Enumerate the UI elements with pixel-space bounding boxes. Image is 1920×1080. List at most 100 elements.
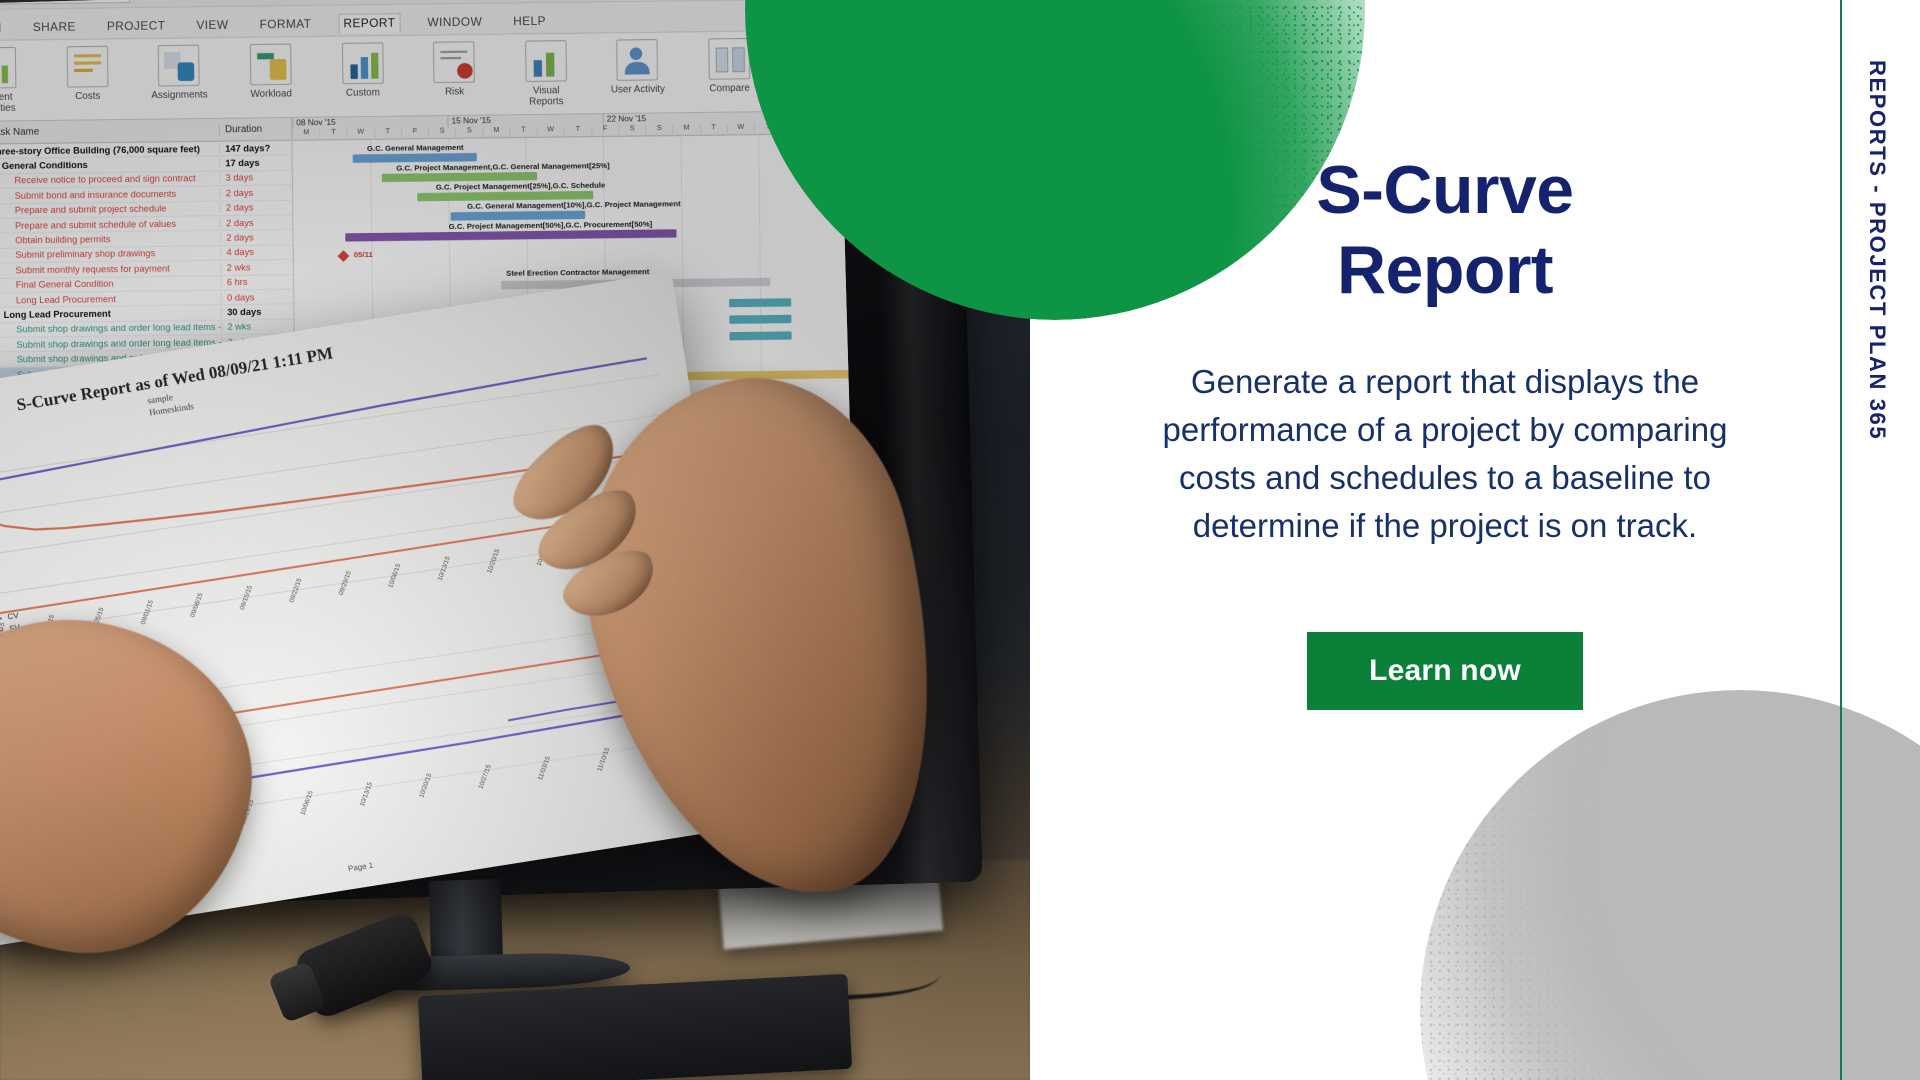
column-header-task-name: Task Name xyxy=(0,126,40,139)
assignments-icon xyxy=(158,44,201,87)
day-cell: F xyxy=(590,125,619,138)
workload-icon xyxy=(249,43,292,86)
column-header-duration: Duration xyxy=(218,123,292,136)
task-duration: 30 days xyxy=(220,306,294,318)
cta-container: Learn now xyxy=(1090,631,1800,710)
ribbon-button-risk[interactable]: Risk xyxy=(424,41,485,98)
legend-swatch xyxy=(0,616,2,623)
risk-icon xyxy=(433,41,476,84)
task-duration: 2 wks xyxy=(221,321,294,333)
day-cell: T xyxy=(699,124,727,136)
ribbon-label: Compare xyxy=(709,82,750,95)
gantt-bar[interactable] xyxy=(450,210,586,221)
gantt-bar[interactable] xyxy=(729,298,792,308)
day-cell: M xyxy=(292,129,320,141)
custom-report-icon xyxy=(341,42,384,85)
day-cell: S xyxy=(427,127,456,140)
task-name: Final General Condition xyxy=(15,278,114,291)
ribbon-tab-team[interactable]: TEAM xyxy=(0,19,6,38)
gantt-milestone-label: 05/11 xyxy=(353,249,373,260)
task-duration: 2 wks xyxy=(220,261,293,273)
ribbon-tab-help[interactable]: HELP xyxy=(509,12,550,31)
report-page-footer: Page 1 xyxy=(347,860,374,874)
ribbon-label: Assignments xyxy=(151,89,208,102)
day-cell: S xyxy=(645,124,673,137)
ribbon-button-current-activities[interactable]: Current Activities xyxy=(0,46,27,115)
task-name: Submit bond and insurance documents xyxy=(14,188,177,201)
day-cell: T xyxy=(373,128,401,140)
task-name: Long Lead Procurement xyxy=(3,308,111,321)
description-text: Generate a report that displays the perf… xyxy=(1162,363,1728,544)
task-name: Long Lead Procurement xyxy=(15,293,116,306)
timeline-week-label: 15 Nov '15 xyxy=(447,115,491,128)
headline-line-1: S-Curve xyxy=(1316,152,1574,228)
task-duration: 0 days xyxy=(220,291,294,303)
ribbon-label: Workload xyxy=(250,87,292,100)
legend-label: CV xyxy=(6,610,20,622)
ribbon-label: Current Activities xyxy=(0,91,16,115)
task-name: Submit monthly requests for payment xyxy=(15,263,170,276)
task-name: Three-story Office Building (76,000 squa… xyxy=(0,143,200,157)
task-duration: 2 days xyxy=(220,231,293,244)
ribbon-tab-view[interactable]: VIEW xyxy=(192,16,233,35)
day-cell: T xyxy=(319,128,347,141)
day-cell: W xyxy=(536,126,564,138)
content-panel: S-Curve Report Generate a report that di… xyxy=(1030,0,1920,1080)
task-name: Submit shop drawings and order long lead… xyxy=(16,322,222,335)
day-cell: T xyxy=(563,125,592,138)
ribbon-label: Custom xyxy=(345,86,380,99)
ribbon-label: User Activity xyxy=(610,83,666,96)
ribbon-commands[interactable]: Current Activities Costs Assignments Wor… xyxy=(0,30,860,123)
task-duration: 6 hrs xyxy=(220,276,294,288)
learn-now-button[interactable]: Learn now xyxy=(1307,631,1583,710)
compare-icon xyxy=(708,37,751,80)
bar-chart-icon xyxy=(0,46,17,89)
day-cell: S xyxy=(455,127,483,139)
vertical-accent-line xyxy=(1840,0,1842,1080)
day-cell: M xyxy=(482,126,510,139)
task-name: Prepare and submit project schedule xyxy=(14,203,167,216)
gantt-bar[interactable] xyxy=(352,153,477,163)
task-duration: 2 days xyxy=(219,216,293,229)
timeline-week-label: 08 Nov '15 xyxy=(292,117,336,130)
task-name: Submit preliminary shop drawings xyxy=(15,248,156,261)
gantt-bar[interactable] xyxy=(729,314,792,324)
ribbon-tab-report[interactable]: REPORT xyxy=(338,13,401,34)
costs-report-icon xyxy=(66,45,109,88)
day-cell: W xyxy=(346,128,374,141)
ribbon-button-user-activity[interactable]: User Activity xyxy=(607,39,668,96)
ribbon-button-costs[interactable]: Costs xyxy=(57,45,118,103)
user-activity-icon xyxy=(616,39,659,81)
ribbon-label: Costs xyxy=(75,90,101,103)
ribbon-button-assignments[interactable]: Assignments xyxy=(149,44,210,101)
task-name: Receive notice to proceed and sign contr… xyxy=(14,173,196,187)
task-duration: 17 days xyxy=(219,157,292,169)
task-duration: 2 days xyxy=(219,187,293,199)
headline-line-2: Report xyxy=(1336,232,1554,309)
ribbon-label: Risk xyxy=(444,85,465,98)
task-name: General Conditions xyxy=(1,159,88,172)
ribbon-tab-project[interactable]: PROJECT xyxy=(103,17,170,36)
task-name: Obtain building permits xyxy=(15,234,111,246)
category-label: REPORTS - PROJECT PLAN 365 xyxy=(1865,60,1890,441)
ribbon-button-visual-reports[interactable]: Visual Reports xyxy=(515,40,576,108)
ribbon-label: Visual Reports xyxy=(529,84,564,108)
visual-reports-icon xyxy=(524,40,567,83)
timeline-week-label: 22 Nov '15 xyxy=(602,113,647,126)
ribbon-button-custom[interactable]: Custom xyxy=(332,42,393,99)
day-cell: M xyxy=(672,124,700,137)
gantt-bar-label: G.C. General Management xyxy=(366,142,464,154)
promotional-banner: TEAM SHARE PROJECT VIEW FORMAT REPORT WI… xyxy=(0,0,1920,1080)
task-duration: 147 days? xyxy=(218,142,292,154)
ribbon-tab-window[interactable]: WINDOW xyxy=(423,13,486,32)
task-duration: 3 days xyxy=(219,172,292,184)
ribbon-tab-share[interactable]: SHARE xyxy=(29,18,81,37)
day-cell: W xyxy=(726,123,754,136)
ribbon-button-workload[interactable]: Workload xyxy=(240,43,301,100)
gantt-bar[interactable] xyxy=(729,331,792,341)
day-cell: T xyxy=(509,126,537,139)
task-duration: 2 days xyxy=(219,202,293,214)
ribbon-tab-format[interactable]: FORMAT xyxy=(255,15,315,34)
day-cell: S xyxy=(618,125,646,137)
task-name: Prepare and submit schedule of values xyxy=(14,218,177,231)
